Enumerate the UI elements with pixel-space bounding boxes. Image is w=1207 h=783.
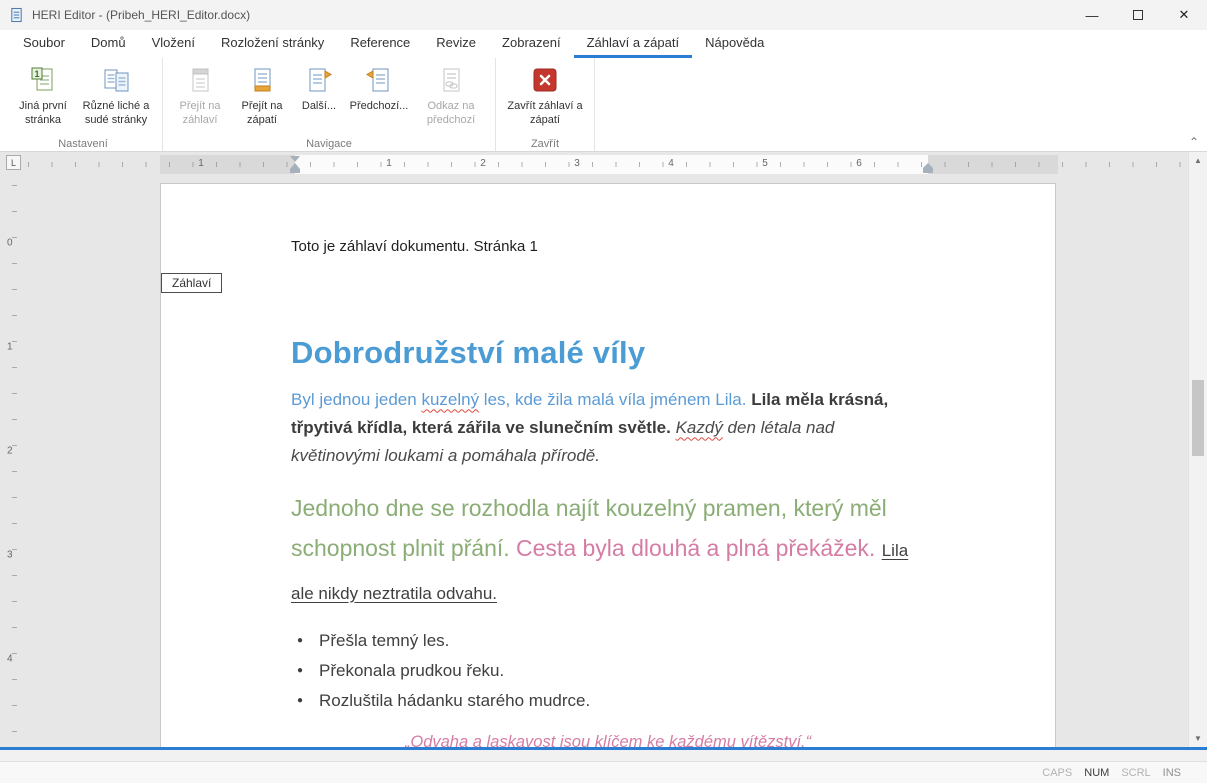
vertical-scrollbar[interactable]: ▲ ▼ (1188, 152, 1207, 747)
go-to-footer-button[interactable]: Přejít na zápatí (231, 60, 293, 138)
paragraph-2: Jednoho dne se rozhodla najít kouzelný p… (291, 488, 925, 614)
bullet-icon: ● (297, 694, 304, 706)
tab-zobrazeni[interactable]: Zobrazení (489, 30, 574, 58)
caps-indicator: CAPS (1042, 766, 1073, 779)
text-run: Byl jednou jeden (291, 389, 422, 409)
group-label-zavrit: Zavřít (530, 138, 560, 150)
ribbon: 1 Jiná první stránka Různé liché a sudé … (0, 58, 1207, 152)
ribbon-group-nastaveni: 1 Jiná první stránka Různé liché a sudé … (4, 58, 163, 151)
go-to-header-icon (185, 65, 215, 98)
ins-indicator: INS (1162, 766, 1181, 779)
text-run: les, kde žila malá víla jménem Lila. (479, 389, 752, 409)
maximize-button[interactable] (1115, 0, 1161, 30)
quote-line: „Odvaha a laskavost jsou klíčem ke každé… (404, 732, 812, 747)
close-header-footer-icon (530, 65, 560, 98)
scroll-down-icon[interactable]: ▼ (1189, 730, 1207, 747)
previous-button[interactable]: Předchozí... (345, 60, 413, 138)
list-item: ● Rozluštila hádanku starého mudrce. (291, 686, 925, 716)
list-item-text: Přešla temný les. (319, 630, 450, 650)
page-scroll-area: Záhlaví Toto je záhlaví dokumentu. Strán… (0, 152, 1188, 747)
close-button[interactable]: ✕ (1161, 0, 1207, 30)
status-bar: CAPS NUM SCRL INS (0, 761, 1207, 783)
maximize-icon (1133, 10, 1143, 20)
collapse-ribbon-icon[interactable]: ⌃ (1189, 135, 1199, 149)
minimize-icon: — (1085, 7, 1099, 23)
button-label: Přejít na záhlaví (179, 100, 221, 126)
first-page-icon: 1 (28, 65, 58, 98)
button-label: Zavřít záhlaví a zápatí (507, 100, 583, 126)
tab-zahlavi-a-zapati[interactable]: Záhlaví a zápatí (573, 30, 693, 58)
group-label-navigace: Navigace (306, 138, 352, 150)
go-to-header-button: Přejít na záhlaví (169, 60, 231, 138)
link-to-previous-icon (436, 65, 466, 98)
list-item: ● Překonala prudkou řeku. (291, 656, 925, 686)
group-label-nastaveni: Nastavení (58, 138, 108, 150)
tab-rozlozeni-stranky[interactable]: Rozložení stránky (208, 30, 337, 58)
text-run: Cesta byla dlouhá a plná překážek. (516, 534, 882, 561)
window-title: HERI Editor - (Pribeh_HERI_Editor.docx) (32, 8, 251, 22)
title-bar: HERI Editor - (Pribeh_HERI_Editor.docx) … (0, 0, 1207, 30)
window-controls: — ✕ (1069, 0, 1207, 30)
minimize-button[interactable]: — (1069, 0, 1115, 30)
document-workspace: L 1 1 2 3 4 5 6 0 1 2 3 4 Záhlaví Toto j… (0, 152, 1207, 747)
tab-revize[interactable]: Revize (423, 30, 489, 58)
button-label: Odkaz na předchozí (426, 100, 476, 126)
bullet-icon: ● (297, 664, 304, 676)
list-item: ● Přešla temný les. (291, 626, 925, 656)
different-first-page-button[interactable]: 1 Jiná první stránka (10, 60, 76, 138)
button-label: Další... (301, 100, 337, 112)
header-tag: Záhlaví (161, 273, 223, 293)
scroll-up-icon[interactable]: ▲ (1189, 152, 1207, 169)
page-content: Toto je záhlaví dokumentu. Stránka 1 Dob… (161, 184, 1055, 747)
list-item-text: Překonala prudkou řeku. (319, 660, 505, 680)
tab-vlozeni[interactable]: Vložení (139, 30, 208, 58)
vertical-scrollbar-thumb[interactable] (1192, 380, 1204, 456)
next-button[interactable]: Další... (293, 60, 345, 138)
document-page[interactable]: Záhlaví Toto je záhlaví dokumentu. Strán… (160, 183, 1056, 747)
next-section-icon (304, 65, 334, 98)
document-heading: Dobrodružství malé víly (291, 335, 646, 370)
paragraph-1: Byl jednou jeden kuzelný les, kde žila m… (291, 386, 925, 470)
button-label: Předchozí... (349, 100, 409, 112)
misspelled-word: kuzelný (421, 389, 480, 409)
link-to-previous-button: Odkaz na předchozí (413, 60, 489, 138)
tab-napoveda[interactable]: Nápověda (692, 30, 777, 58)
app-icon (9, 7, 24, 23)
misspelled-word: Kazdý (675, 417, 723, 437)
bullet-icon: ● (297, 634, 304, 646)
header-text: Toto je záhlaví dokumentu. Stránka 1 (291, 238, 538, 255)
horizontal-scrollbar[interactable] (0, 747, 1207, 761)
different-odd-even-button[interactable]: Různé liché a sudé stránky (76, 60, 156, 138)
tab-domu[interactable]: Domů (78, 30, 139, 58)
svg-text:1: 1 (34, 69, 39, 79)
odd-even-pages-icon (101, 65, 131, 98)
go-to-footer-icon (247, 65, 277, 98)
previous-section-icon (364, 65, 394, 98)
ribbon-group-zavrit: Zavřít záhlaví a zápatí Zavřít (496, 58, 595, 151)
ribbon-group-navigace: Přejít na záhlaví Přejít na zápatí Další… (163, 58, 496, 151)
ribbon-tab-bar: Soubor Domů Vložení Rozložení stránky Re… (0, 30, 1207, 58)
button-label: Různé liché a sudé stránky (82, 100, 150, 126)
button-label: Jiná první stránka (19, 100, 67, 126)
tab-reference[interactable]: Reference (337, 30, 423, 58)
bullet-list: ● Přešla temný les. ● Překonala prudkou ře… (291, 626, 925, 716)
button-label: Přejít na zápatí (241, 100, 283, 126)
close-header-footer-button[interactable]: Zavřít záhlaví a zápatí (502, 60, 588, 138)
close-icon: ✕ (1178, 7, 1190, 22)
list-item-text: Rozluštila hádanku starého mudrce. (319, 690, 591, 710)
num-indicator: NUM (1084, 766, 1110, 779)
scrl-indicator: SCRL (1121, 766, 1151, 779)
tab-soubor[interactable]: Soubor (10, 30, 78, 58)
